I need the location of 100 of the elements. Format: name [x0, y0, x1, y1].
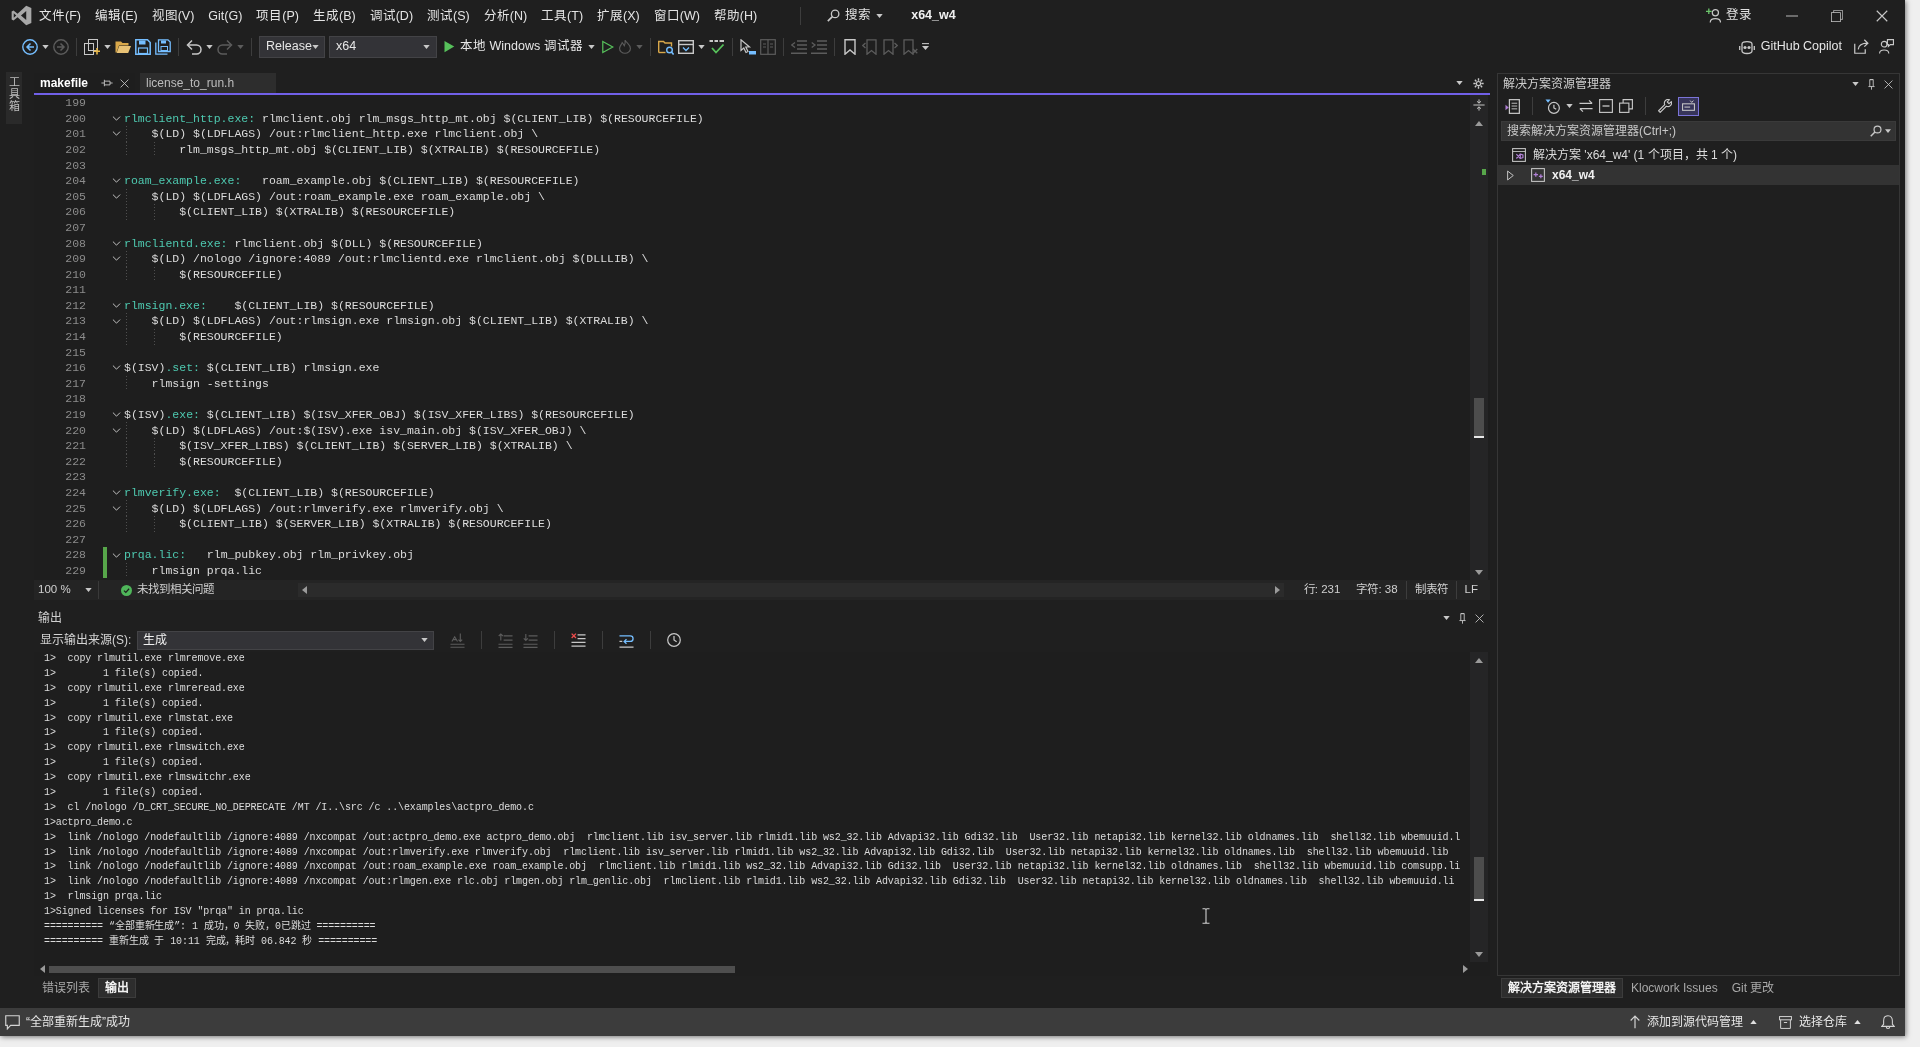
feedback-icon[interactable]	[1879, 39, 1894, 54]
fold-chevron-icon[interactable]	[112, 193, 121, 199]
previous-line-icon[interactable]	[498, 632, 514, 648]
fold-chevron-icon[interactable]	[112, 490, 121, 496]
expand-arrow-icon[interactable]	[1506, 169, 1514, 181]
toolbar-overflow-icon[interactable]	[921, 43, 929, 50]
caret-icon[interactable]	[206, 44, 213, 49]
play-outline-icon[interactable]	[600, 39, 614, 54]
menu-item[interactable]: 项目(P)	[249, 6, 306, 25]
settings-icon[interactable]	[1473, 77, 1484, 89]
scrollbar-thumb[interactable]	[1474, 398, 1484, 438]
pin-icon[interactable]	[1868, 78, 1875, 90]
menu-item[interactable]: 编辑(E)	[87, 6, 145, 25]
panel-tab[interactable]: 输出	[98, 978, 136, 998]
zoom-dropdown[interactable]: 100 %	[34, 581, 99, 599]
sign-in-button[interactable]: 登录	[1706, 6, 1752, 25]
add-to-source-control-button[interactable]: 添加到源代码管理	[1630, 1013, 1757, 1031]
scroll-up-icon[interactable]	[1475, 658, 1483, 663]
swap-arrows-icon[interactable]	[1579, 99, 1593, 113]
fold-chevron-icon[interactable]	[112, 318, 121, 324]
scroll-down-icon[interactable]	[1475, 570, 1483, 575]
fold-chevron-icon[interactable]	[112, 505, 121, 511]
split-icon[interactable]	[1473, 99, 1485, 111]
message-icon[interactable]	[5, 1014, 20, 1030]
start-debugging-button[interactable]: 本地 Windows 调试器	[441, 37, 597, 56]
restore-icon[interactable]	[1831, 9, 1843, 22]
undo-icon[interactable]	[186, 38, 202, 55]
share-icon[interactable]	[1854, 39, 1869, 54]
caret-icon[interactable]	[1566, 104, 1573, 108]
panel-tab[interactable]: 错误列表	[36, 978, 96, 998]
panel-tab[interactable]: Git 更改	[1725, 978, 1781, 998]
clock-icon[interactable]	[667, 633, 682, 647]
caret-icon[interactable]	[697, 44, 705, 49]
search-field[interactable]: 搜索解决方案资源管理器(Ctrl+;)	[1501, 121, 1896, 141]
fold-chevron-icon[interactable]	[112, 131, 121, 137]
next-line-icon[interactable]	[523, 632, 539, 648]
spell-check-icon[interactable]	[708, 38, 725, 55]
back-icon[interactable]	[22, 38, 38, 55]
window-icon[interactable]	[677, 38, 694, 55]
line-ending-indicator[interactable]: LF	[1456, 581, 1486, 599]
pin-icon[interactable]	[1459, 612, 1466, 624]
fold-chevron-icon[interactable]	[112, 256, 121, 262]
close-icon[interactable]	[1884, 79, 1893, 89]
menu-item[interactable]: 生成(B)	[306, 6, 363, 25]
minimize-icon[interactable]	[1786, 14, 1798, 17]
fold-chevron-icon[interactable]	[112, 427, 121, 433]
menu-item[interactable]: 调试(D)	[362, 6, 421, 25]
bookmark-icon[interactable]	[841, 38, 858, 55]
preview-button[interactable]	[1678, 96, 1699, 116]
scroll-left-icon[interactable]	[40, 965, 45, 973]
fold-chevron-icon[interactable]	[112, 240, 121, 246]
letter-down-arrow-icon[interactable]	[450, 632, 466, 648]
configuration-dropdown[interactable]: Release	[259, 35, 325, 58]
document-tab[interactable]: license_to_run.h	[140, 73, 276, 93]
panel-tab[interactable]: Klocwork Issues	[1625, 978, 1724, 998]
issues-status[interactable]: 未找到相关问题	[136, 581, 214, 599]
toolbox-tab[interactable]: 工具箱	[6, 72, 22, 124]
menu-item[interactable]: 分析(N)	[476, 6, 535, 25]
caret-icon[interactable]	[104, 44, 111, 49]
history-icon[interactable]	[1545, 98, 1560, 114]
wrench-icon[interactable]	[1658, 99, 1672, 113]
scroll-right-icon[interactable]	[1463, 965, 1468, 973]
caret-icon[interactable]	[1456, 81, 1463, 85]
menu-item[interactable]: 扩展(X)	[590, 6, 647, 25]
fold-chevron-icon[interactable]	[112, 178, 121, 184]
close-icon[interactable]	[1876, 9, 1888, 22]
fold-chevron-icon[interactable]	[112, 365, 121, 371]
pointer-icon[interactable]	[739, 38, 756, 55]
save-all-icon[interactable]	[155, 38, 171, 55]
new-item-icon[interactable]	[84, 38, 100, 55]
fold-chevron-icon[interactable]	[112, 552, 121, 558]
panel-tab[interactable]: 解决方案资源管理器	[1501, 978, 1623, 998]
indentation-indicator[interactable]: 制表符	[1405, 581, 1457, 599]
tree-item[interactable]: 解决方案 'x64_w4' (1 个项目，共 1 个)	[1498, 145, 1899, 165]
menu-item[interactable]: 帮助(H)	[706, 6, 765, 25]
overlapping-squares-icon[interactable]	[1619, 99, 1633, 113]
folder-search-icon[interactable]	[657, 38, 674, 55]
scroll-left-icon[interactable]	[301, 586, 307, 594]
menu-item[interactable]: 文件(F)	[32, 6, 88, 25]
clear-all-icon[interactable]	[571, 632, 587, 648]
scroll-up-icon[interactable]	[1475, 121, 1483, 126]
copilot-button[interactable]: GitHub Copilot	[1738, 37, 1842, 56]
bell-icon[interactable]	[1881, 1015, 1895, 1029]
menu-item[interactable]: 测试(S)	[420, 6, 477, 25]
fold-chevron-icon[interactable]	[112, 303, 121, 308]
collapse-all-icon[interactable]	[1599, 99, 1613, 113]
fold-chevron-icon[interactable]	[112, 115, 121, 121]
caret-icon[interactable]	[1443, 616, 1450, 620]
word-wrap-icon[interactable]	[619, 632, 635, 648]
menu-item[interactable]: 工具(T)	[534, 6, 591, 25]
save-icon[interactable]	[135, 38, 151, 55]
close-icon[interactable]	[1475, 613, 1484, 623]
platform-dropdown[interactable]: x64	[329, 35, 437, 58]
tree-item[interactable]: x64_w4	[1498, 165, 1899, 185]
output-source-dropdown[interactable]: 生成	[137, 630, 435, 650]
caret-icon[interactable]	[1852, 82, 1859, 86]
outdent-icon[interactable]	[790, 38, 807, 55]
scrollbar-thumb[interactable]	[1474, 857, 1484, 901]
menu-item[interactable]: Git(G)	[201, 6, 250, 25]
select-repository-button[interactable]: 选择仓库	[1779, 1013, 1861, 1031]
